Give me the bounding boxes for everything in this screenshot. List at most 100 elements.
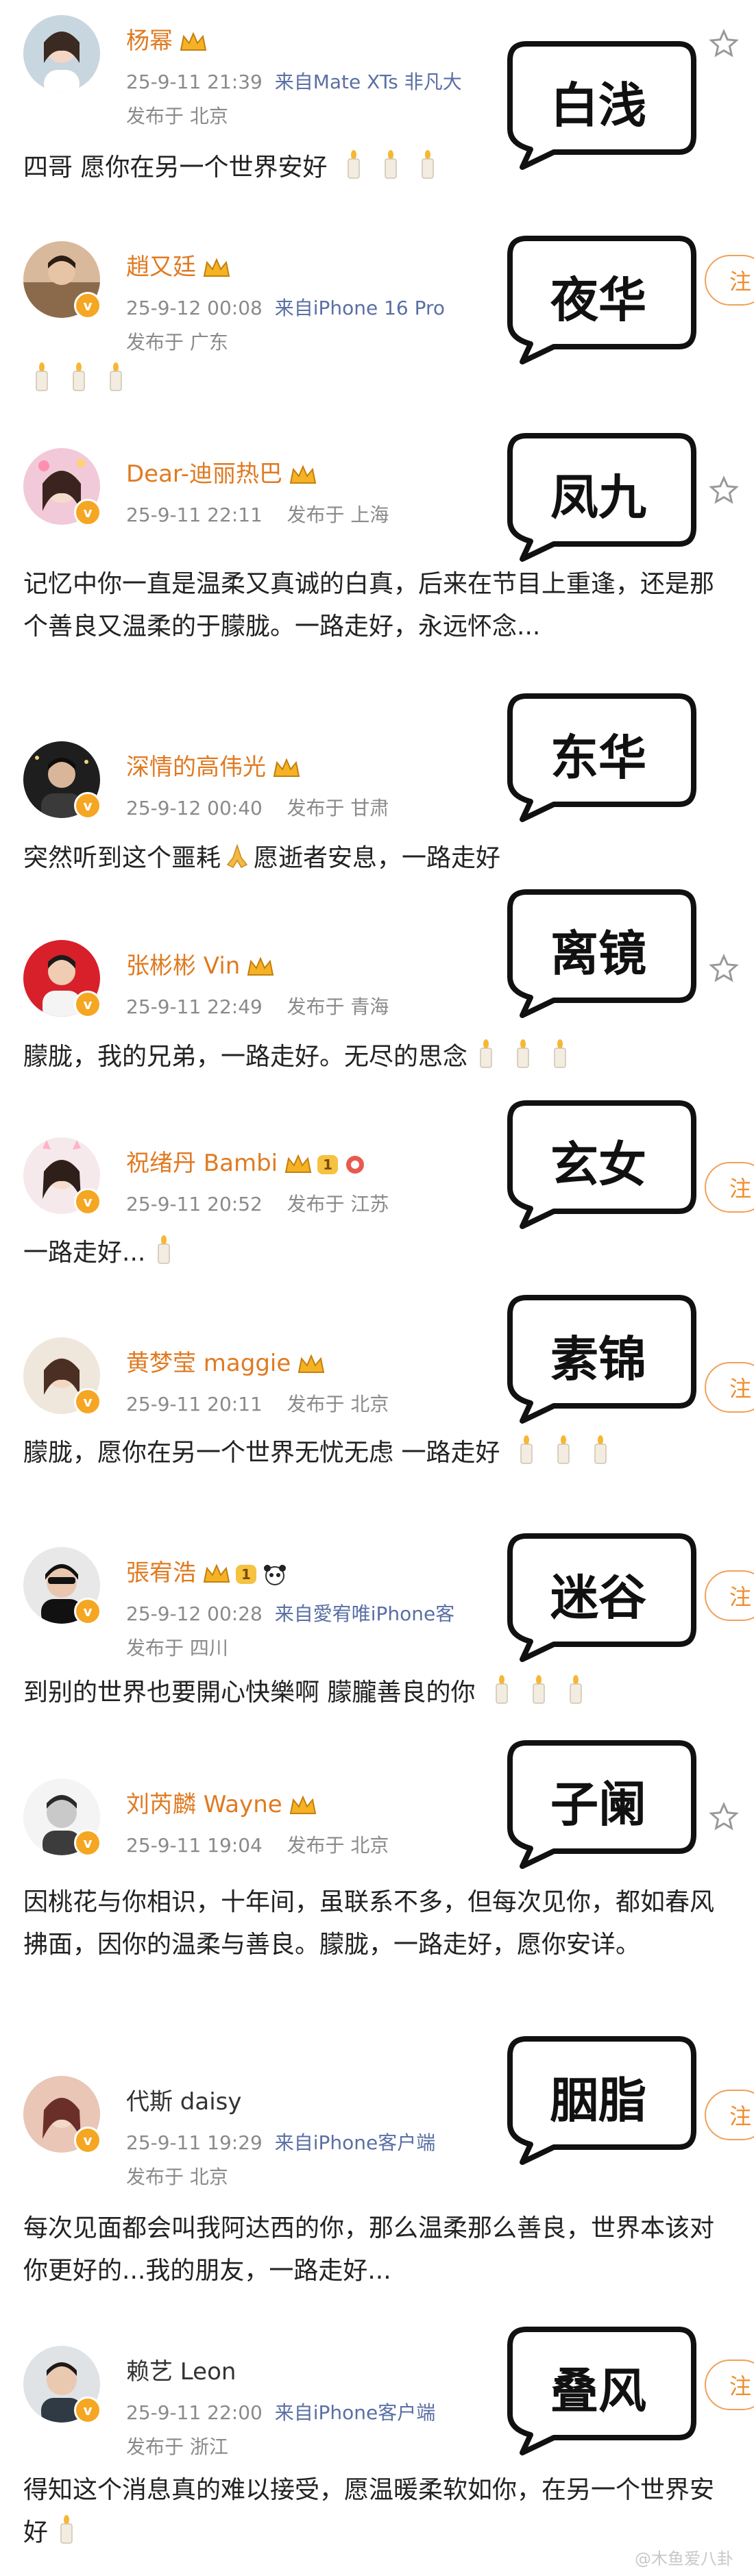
username[interactable]: 刘芮麟 Wayne	[126, 1785, 318, 1819]
candle-emoji-icon	[55, 2514, 78, 2544]
verified-badge: v	[74, 1388, 101, 1415]
candle-emoji-icon	[342, 149, 365, 179]
crown-icon	[289, 1794, 316, 1814]
star-icon[interactable]	[709, 1802, 739, 1832]
panda-icon	[263, 1564, 286, 1585]
candle-emoji-icon	[548, 1039, 572, 1069]
character-name-bubble: 胭脂	[499, 2035, 698, 2165]
verified-badge: v	[74, 2397, 101, 2424]
verified-badge: v	[74, 1598, 101, 1625]
meta-location: 发布于 四川	[126, 1637, 228, 1659]
candle-emoji-icon	[515, 1435, 538, 1465]
meta-time: 25-9-11 19:04 发布于 北京	[126, 1834, 389, 1857]
comment-text: 得知这个消息真的难以接受，愿温暖柔软如你，在另一个世界安好	[23, 2476, 715, 2547]
meta-time: 25-9-11 20:52 发布于 江苏	[126, 1193, 389, 1215]
username[interactable]: 赖艺 Leon	[126, 2353, 236, 2386]
candle-emoji-icon	[152, 1235, 175, 1265]
follow-button[interactable]: 注	[705, 2360, 754, 2410]
username[interactable]: 杨幂	[126, 22, 208, 55]
comment-text: 一路走好...	[23, 1232, 729, 1274]
follow-button[interactable]: 注	[705, 1362, 754, 1413]
crown-icon	[247, 956, 274, 976]
verified-badge: v	[74, 1188, 101, 1215]
crown-icon	[203, 257, 230, 277]
verified-badge: v	[74, 991, 101, 1018]
candle-emoji-group	[48, 2515, 85, 2547]
username[interactable]: 祝绪丹 Bambi 1	[126, 1144, 367, 1178]
username[interactable]: 張宥浩 1	[126, 1554, 288, 1587]
username[interactable]: 深情的高伟光	[126, 748, 302, 782]
candle-emoji-icon	[490, 1674, 513, 1705]
character-name-bubble: 素锦	[499, 1293, 698, 1424]
character-name-bubble: 子阑	[499, 1739, 698, 1869]
follow-button[interactable]: 注	[705, 255, 754, 306]
username[interactable]: Dear-迪丽热巴	[126, 455, 318, 488]
star-icon[interactable]	[709, 29, 739, 59]
comment-text: 每次见面都会叫我阿达西的你，那么温柔那么善良，世界本该对你更好的...我的朋友，…	[23, 2214, 715, 2285]
meta-location: 发布于 北京	[126, 2166, 228, 2188]
candle-emoji-group	[145, 1235, 182, 1267]
follow-button[interactable]: 注	[705, 1162, 754, 1213]
candle-emoji-icon	[30, 362, 53, 392]
comment-text: 朦胧，愿你在另一个世界无忧无虑 一路走好	[23, 1432, 729, 1474]
character-name-bubble: 叠风	[499, 2325, 698, 2455]
watermark: @木鱼爱八卦	[635, 2549, 733, 2568]
username[interactable]: 趙又廷	[126, 248, 232, 282]
comment-text: 因桃花与你相识，十年间，虽联系不多，但每次见你，都如春风拂面，因你的温柔与善良。…	[23, 1888, 715, 1959]
crown-icon	[273, 757, 300, 777]
meta-location: 发布于 北京	[126, 105, 228, 127]
crown-icon	[298, 1353, 325, 1373]
meta-time: 25-9-11 19:29 来自iPhone客户端	[126, 2131, 436, 2154]
username[interactable]: 黄梦莹 maggie	[126, 1344, 326, 1378]
character-name-bubble: 东华	[499, 692, 698, 822]
comment-text: 突然听到这个噩耗 愿逝者安息，一路走好	[23, 843, 501, 872]
comment-text: 记忆中你一直是温柔又真诚的白真，后来在节目上重逢，还是那个善良又温柔的于朦胧。一…	[23, 570, 715, 641]
crown-icon	[289, 464, 317, 484]
character-name-bubble: 玄女	[499, 1099, 698, 1229]
username[interactable]: 张彬彬 Vin	[126, 947, 276, 980]
candle-emoji-icon	[511, 1039, 535, 1069]
follow-button[interactable]: 注	[705, 2090, 754, 2140]
candle-emoji-icon	[379, 149, 402, 179]
candle-emoji-icon	[67, 362, 90, 392]
candle-emoji-group	[467, 1039, 579, 1071]
star-icon[interactable]	[709, 475, 739, 506]
comment-feed: 杨幂 25-9-11 21:39 来自Mate XTs 非凡大 发布于 北京 四…	[0, 0, 754, 2576]
username[interactable]: 代斯 daisy	[126, 2083, 242, 2116]
meta-time: 25-9-11 21:39 来自Mate XTs 非凡大	[126, 71, 462, 93]
candle-emoji-icon	[104, 362, 127, 392]
candle-emoji-icon	[552, 1435, 575, 1465]
star-icon[interactable]	[709, 954, 739, 984]
meta-time: 25-9-11 20:11 发布于 北京	[126, 1393, 389, 1415]
follow-button[interactable]: 注	[705, 1570, 754, 1621]
verified-badge: v	[74, 792, 101, 819]
meta-time: 25-9-12 00:40 发布于 甘肃	[126, 797, 389, 819]
candle-emoji-group	[508, 1435, 619, 1467]
meta-time: 25-9-12 00:28 来自愛宥唯iPhone客	[126, 1602, 455, 1625]
character-name-bubble: 白浅	[499, 40, 698, 170]
candle-emoji-icon	[474, 1039, 498, 1069]
candle-emoji-group	[335, 150, 446, 182]
character-name-bubble: 夜华	[499, 234, 698, 364]
candle-emoji-icon	[564, 1674, 587, 1705]
comment-text: 到别的世界也要開心快樂啊 朦朧善良的你	[23, 1672, 729, 1714]
candle-emoji-icon	[589, 1435, 612, 1465]
verified-badge: v	[74, 499, 101, 526]
level-badge: 1	[317, 1154, 339, 1174]
crown-icon	[203, 1563, 230, 1583]
candle-emoji-group	[483, 1675, 594, 1707]
level-badge: 1	[236, 1564, 256, 1584]
character-name-bubble: 凤九	[499, 432, 698, 562]
comment-text: 朦胧，我的兄弟，一路走好。无尽的思念	[23, 1036, 729, 1078]
verified-badge: v	[74, 292, 101, 319]
avatar[interactable]	[23, 15, 100, 92]
character-name-bubble: 迷谷	[499, 1532, 698, 1662]
candle-emoji-icon	[527, 1674, 550, 1705]
camera-badge-icon	[346, 1155, 365, 1174]
meta-location: 发布于 浙江	[126, 2436, 228, 2458]
meta-time: 25-9-11 22:11 发布于 上海	[126, 504, 389, 526]
meta-time: 25-9-11 22:00 来自iPhone客户端	[126, 2401, 436, 2424]
meta-location: 发布于 广东	[126, 331, 228, 354]
meta-time: 25-9-11 22:49 发布于 青海	[126, 995, 389, 1018]
crown-icon	[284, 1153, 312, 1173]
